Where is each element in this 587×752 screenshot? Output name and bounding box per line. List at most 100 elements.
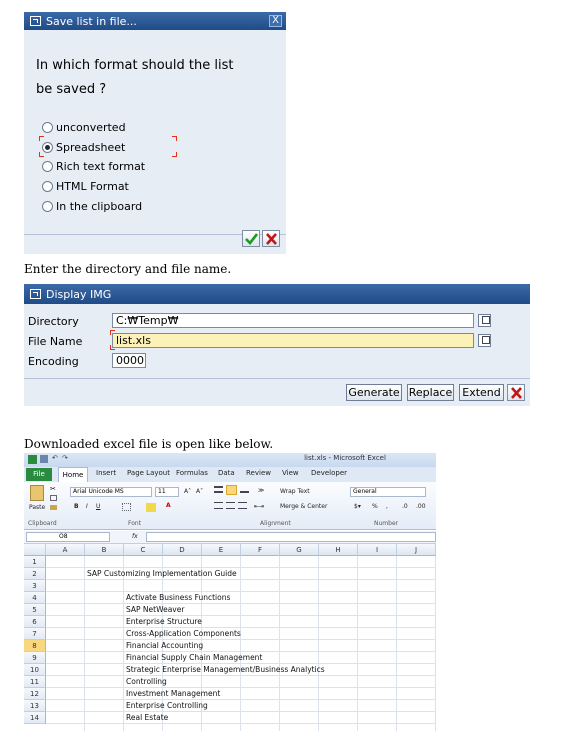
tab-data[interactable]: Data	[218, 469, 235, 477]
radio-spreadsheet[interactable]: Spreadsheet	[42, 139, 125, 155]
row-header[interactable]: 7	[24, 628, 46, 640]
row-header[interactable]: 3	[24, 580, 46, 592]
fx-icon[interactable]: fx	[132, 533, 138, 540]
file-name-input[interactable]: list.xls	[112, 333, 474, 348]
font-name-select[interactable]: Arial Unicode MS	[70, 487, 152, 497]
tab-file[interactable]: File	[26, 468, 52, 481]
comma-icon[interactable]: ,	[386, 503, 388, 510]
encoding-input[interactable]: 0000	[112, 353, 146, 368]
align-left-icon[interactable]	[214, 502, 223, 509]
file-name-browse-icon[interactable]	[478, 334, 491, 347]
orientation-icon[interactable]: ≫	[258, 487, 264, 494]
align-top-icon[interactable]	[214, 486, 223, 493]
cut-icon[interactable]: ✂	[50, 485, 56, 493]
indent-icon[interactable]: ⇤⇥	[254, 503, 264, 510]
decrease-decimal-icon[interactable]: .00	[416, 503, 426, 510]
tab-home[interactable]: Home	[58, 467, 88, 482]
tab-formulas[interactable]: Formulas	[176, 469, 208, 477]
merge-center-button[interactable]: Merge & Center	[280, 503, 327, 510]
radio-clipboard[interactable]: In the clipboard	[42, 198, 142, 214]
extend-button[interactable]: Extend	[459, 384, 504, 401]
radio-rich-text[interactable]: Rich text format	[42, 158, 145, 174]
tab-developer[interactable]: Developer	[311, 469, 347, 477]
cell-item[interactable]: Enterprise Controlling	[126, 700, 208, 712]
row-header[interactable]: 2	[24, 568, 46, 580]
worksheet-grid[interactable]: A B C D E F G H I J 1 2 3 4 5 6 7 8 9 10 11 12 13 14 SAP Customi…	[24, 544, 436, 731]
align-right-icon[interactable]	[238, 502, 247, 509]
row-header[interactable]: 4	[24, 592, 46, 604]
column-header[interactable]: B	[85, 544, 124, 556]
radio-circle-icon[interactable]	[42, 160, 53, 172]
row-header[interactable]: 5	[24, 604, 46, 616]
radio-circle-icon[interactable]	[42, 180, 53, 192]
row-header[interactable]: 9	[24, 652, 46, 664]
confirm-button[interactable]	[242, 230, 260, 247]
directory-browse-icon[interactable]	[478, 314, 491, 327]
directory-input[interactable]: C:₩Temp₩	[112, 313, 474, 328]
cell-item[interactable]: Financial Accounting	[126, 640, 203, 652]
column-header[interactable]: J	[397, 544, 436, 556]
paste-icon[interactable]	[30, 485, 44, 501]
cancel-button[interactable]	[507, 384, 525, 401]
grow-font-icon[interactable]: A˄	[184, 488, 191, 495]
number-format-select[interactable]: General	[350, 487, 426, 497]
align-center-icon[interactable]	[226, 502, 235, 509]
row-header[interactable]: 6	[24, 616, 46, 628]
align-bottom-icon[interactable]	[240, 486, 249, 493]
borders-icon[interactable]	[122, 503, 131, 511]
tab-page-layout[interactable]: Page Layout	[127, 469, 170, 477]
radio-circle-icon[interactable]	[42, 200, 53, 212]
column-header[interactable]: F	[241, 544, 280, 556]
radio-unconverted[interactable]: unconverted	[42, 119, 126, 135]
cell-title[interactable]: SAP Customizing Implementation Guide	[87, 568, 237, 580]
select-all-corner[interactable]	[24, 544, 46, 556]
wrap-text-button[interactable]: Wrap Text	[280, 488, 310, 495]
cell-item[interactable]: Enterprise Structure	[126, 616, 202, 628]
column-header[interactable]: H	[319, 544, 358, 556]
underline-icon[interactable]: U	[96, 503, 100, 510]
row-header[interactable]: 8	[24, 640, 46, 652]
currency-icon[interactable]: $▾	[354, 503, 361, 510]
generate-button[interactable]: Generate	[346, 384, 402, 401]
column-header[interactable]: I	[358, 544, 397, 556]
bold-icon[interactable]: B	[74, 503, 79, 510]
cell-item[interactable]: Financial Supply Chain Management	[126, 652, 262, 664]
font-color-icon[interactable]: A	[166, 502, 171, 509]
cancel-button[interactable]	[262, 230, 280, 247]
cell-item[interactable]: Real Estate	[126, 712, 168, 724]
column-header[interactable]: C	[124, 544, 163, 556]
font-size-select[interactable]: 11	[155, 487, 179, 497]
cell-item[interactable]: Activate Business Functions	[126, 592, 230, 604]
fill-color-icon[interactable]	[146, 503, 156, 512]
column-header[interactable]: A	[46, 544, 85, 556]
column-header[interactable]: D	[163, 544, 202, 556]
tab-review[interactable]: Review	[246, 469, 271, 477]
row-header[interactable]: 12	[24, 688, 46, 700]
cell-item[interactable]: Controlling	[126, 676, 167, 688]
radio-selected-icon[interactable]	[42, 141, 53, 153]
cell-item[interactable]: Cross-Application Components	[126, 628, 241, 640]
formula-input[interactable]	[146, 532, 436, 542]
copy-icon[interactable]	[50, 495, 57, 501]
close-button[interactable]: X	[269, 15, 282, 27]
format-painter-icon[interactable]	[50, 505, 57, 510]
radio-circle-icon[interactable]	[42, 121, 53, 133]
align-middle-icon[interactable]	[226, 485, 237, 495]
italic-icon[interactable]: I	[86, 503, 88, 510]
radio-html[interactable]: HTML Format	[42, 178, 129, 194]
row-header[interactable]: 11	[24, 676, 46, 688]
cell-item[interactable]: Investment Management	[126, 688, 220, 700]
cell-item[interactable]: SAP NetWeaver	[126, 604, 184, 616]
percent-icon[interactable]: %	[372, 503, 378, 510]
tab-view[interactable]: View	[282, 469, 299, 477]
paste-label[interactable]: Paste	[29, 504, 45, 511]
row-header[interactable]: 13	[24, 700, 46, 712]
increase-decimal-icon[interactable]: .0	[402, 503, 408, 510]
column-header[interactable]: G	[280, 544, 319, 556]
row-header[interactable]: 10	[24, 664, 46, 676]
cell-item[interactable]: Strategic Enterprise Management/Business…	[126, 664, 325, 676]
shrink-font-icon[interactable]: A˅	[196, 488, 203, 495]
row-header[interactable]: 14	[24, 712, 46, 724]
name-box[interactable]: O8	[26, 532, 110, 542]
replace-button[interactable]: Replace	[407, 384, 454, 401]
